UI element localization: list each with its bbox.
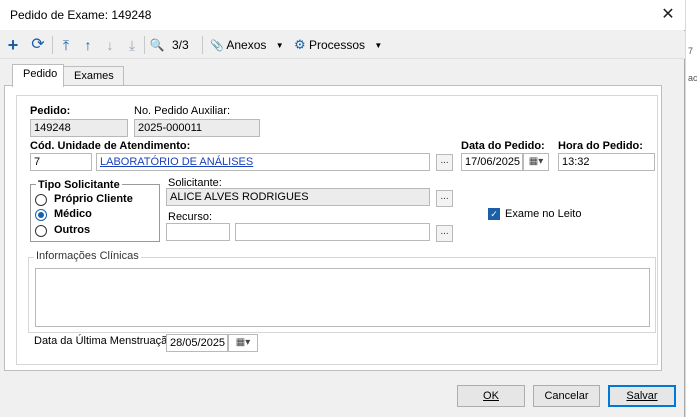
tipo-solicitante-label: Tipo Solicitante: [36, 179, 122, 191]
data-pedido-label: Data do Pedido:: [461, 140, 545, 152]
title-bar: Pedido de Exame: 149248 ✕: [0, 0, 685, 30]
processes-label: Processos: [309, 38, 366, 52]
chevron-down-icon: ▼: [374, 41, 383, 50]
tab-exames[interactable]: Exames: [63, 66, 124, 86]
dialog-window: Pedido de Exame: 149248 ✕ + ⟳ ⤒ ↑ ↓ ⤓ 🔍 …: [0, 0, 685, 417]
unidade-code-field[interactable]: 7: [30, 153, 92, 171]
record-counter: 3/3: [172, 38, 189, 52]
menstruacao-field[interactable]: 28/05/2025: [166, 334, 228, 352]
radio-medico[interactable]: [35, 209, 47, 221]
calendar-dropdown-icon[interactable]: ▦▾: [523, 153, 549, 171]
refresh-icon[interactable]: ⟳: [28, 35, 48, 55]
background-text: 7: [688, 46, 694, 56]
background-window-edge: 7 ac: [686, 0, 697, 417]
pedido-auxiliar-label: No. Pedido Auxiliar:: [134, 105, 230, 117]
first-record-icon[interactable]: ⤒: [58, 35, 74, 55]
paperclip-icon: 📎: [210, 40, 224, 52]
hora-pedido-label: Hora do Pedido:: [558, 140, 643, 152]
save-button[interactable]: Salvar: [608, 385, 676, 407]
toolbar-separator: [202, 36, 203, 54]
toolbar: + ⟳ ⤒ ↑ ↓ ⤓ 🔍 3/3 📎 Anexos ▼ ⚙ Processos…: [0, 31, 685, 59]
informacoes-clinicas-textarea[interactable]: [35, 268, 650, 327]
background-text: ac: [688, 73, 697, 83]
unidade-name-field[interactable]: LABORATÓRIO DE ANÁLISES: [96, 153, 430, 171]
tab-pedido[interactable]: Pedido: [12, 64, 64, 87]
chevron-down-icon: ▼: [275, 41, 284, 50]
search-icon[interactable]: 🔍: [148, 35, 166, 55]
informacoes-clinicas-label: Informações Clínicas: [34, 250, 141, 262]
cancel-button[interactable]: Cancelar: [533, 385, 600, 407]
radio-outros-label[interactable]: Outros: [54, 224, 90, 236]
hora-pedido-field[interactable]: 13:32: [558, 153, 655, 171]
solicitante-field[interactable]: ALICE ALVES RODRIGUES: [166, 188, 430, 206]
add-icon[interactable]: +: [4, 35, 22, 55]
next-record-icon[interactable]: ↓: [102, 35, 118, 55]
radio-outros[interactable]: [35, 225, 47, 237]
ok-button-label: OK: [483, 390, 499, 402]
unidade-lookup-button[interactable]: ...: [436, 154, 453, 171]
exame-leito-label[interactable]: Exame no Leito: [505, 208, 581, 220]
recurso-lookup-button[interactable]: ...: [436, 225, 453, 242]
recurso-label: Recurso:: [168, 211, 213, 223]
previous-record-icon[interactable]: ↑: [80, 35, 96, 55]
recurso-code-field[interactable]: [166, 223, 230, 241]
radio-medico-label[interactable]: Médico: [54, 208, 92, 220]
attachments-menu[interactable]: 📎 Anexos ▼: [210, 35, 284, 55]
pedido-auxiliar-field[interactable]: 2025-000011: [134, 119, 260, 137]
unidade-atendimento-label: Cód. Unidade de Atendimento:: [30, 140, 191, 152]
data-pedido-field[interactable]: 17/06/2025: [461, 153, 523, 171]
window-title: Pedido de Exame: 149248: [10, 8, 152, 22]
recurso-name-field[interactable]: [235, 223, 430, 241]
ok-button[interactable]: OK: [457, 385, 525, 407]
pedido-label: Pedido:: [30, 105, 71, 117]
radio-proprio-cliente-label[interactable]: Próprio Cliente: [54, 193, 133, 205]
pedido-field[interactable]: 149248: [30, 119, 128, 137]
close-icon[interactable]: ✕: [657, 4, 679, 26]
toolbar-separator: [52, 36, 53, 54]
gear-icon: ⚙: [294, 37, 306, 52]
menstruacao-label: Data da Última Menstruação:: [34, 335, 177, 347]
solicitante-lookup-button[interactable]: ...: [436, 190, 453, 207]
exame-leito-checkbox[interactable]: ✓: [488, 208, 500, 220]
last-record-icon[interactable]: ⤓: [124, 35, 140, 55]
attachments-label: Anexos: [226, 38, 267, 52]
tab-strip: Pedido Exames: [0, 64, 685, 87]
radio-proprio-cliente[interactable]: [35, 194, 47, 206]
calendar-dropdown-icon[interactable]: ▦▾: [228, 334, 258, 352]
save-button-label: Salvar: [626, 390, 658, 402]
processes-menu[interactable]: ⚙ Processos ▼: [294, 35, 382, 55]
toolbar-separator: [144, 36, 145, 54]
